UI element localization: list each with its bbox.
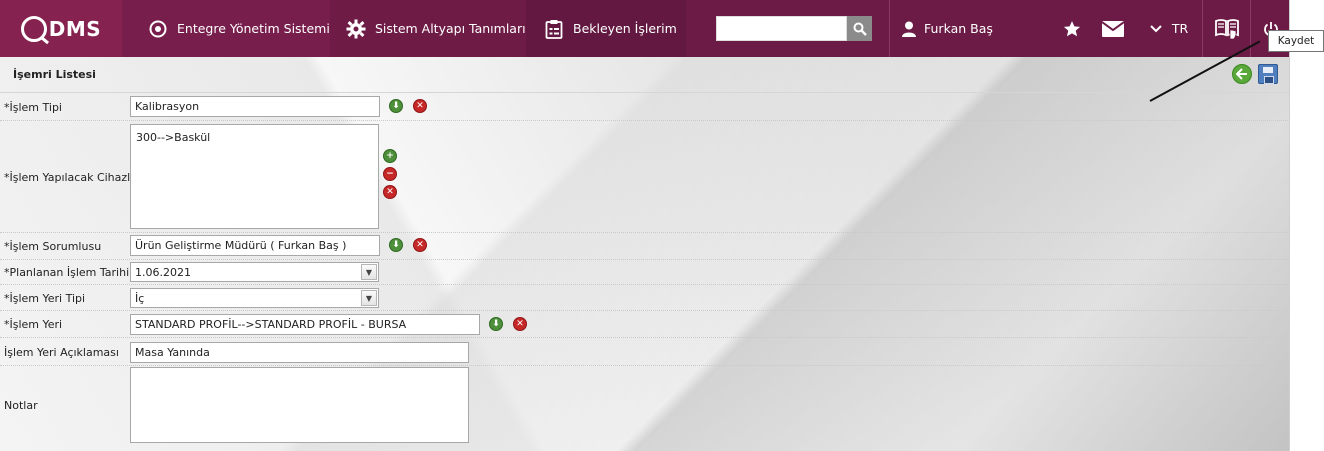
field-label: *İşlem Tipi — [4, 101, 62, 114]
remove-icon[interactable]: − — [383, 167, 397, 181]
islem-tipi-input[interactable]: Kalibrasyon — [130, 96, 380, 117]
sorumlu-input[interactable]: Ürün Geliştirme Müdürü ( Furkan Baş ) — [130, 235, 380, 256]
clear-icon[interactable]: ✕ — [513, 317, 527, 331]
form-row-cihazlar: *İşlem Yapılacak Cihazlar 300-->Baskül +… — [0, 121, 1289, 233]
select-down-icon[interactable]: ⬇ — [389, 238, 403, 252]
mail-icon — [1102, 20, 1124, 37]
nav-sistem-altyapi[interactable]: Sistem Altyapı Tanımları — [330, 0, 526, 57]
divider — [1202, 0, 1203, 57]
logo-q-icon — [20, 15, 47, 42]
divider — [1250, 0, 1251, 57]
gear-icon — [346, 19, 366, 39]
user-menu[interactable]: Furkan Baş — [902, 0, 993, 57]
book-icon — [1215, 18, 1239, 39]
form-row-yer-aciklama: İşlem Yeri Açıklaması Masa Yanında — [0, 338, 1289, 366]
yer-tipi-select[interactable]: İç ▼ — [130, 288, 379, 308]
nav-item-label: Bekleyen İşlerim — [573, 21, 677, 36]
search-input[interactable] — [716, 16, 848, 41]
form-row-yer-tipi: *İşlem Yeri Tipi İç ▼ — [0, 285, 1289, 311]
form-row-tarih: *Planlanan İşlem Tarihi 1.06.2021 ▼ — [0, 260, 1289, 285]
chevron-down-icon[interactable]: ▼ — [361, 264, 377, 280]
target-icon — [148, 19, 168, 39]
star-icon — [1063, 20, 1081, 36]
save-button[interactable] — [1258, 64, 1278, 84]
field-label: *Planlanan İşlem Tarihi — [4, 266, 130, 279]
cihazlar-listbox[interactable]: 300-->Baskül — [130, 124, 379, 229]
back-button[interactable] — [1232, 64, 1252, 84]
tarih-select[interactable]: 1.06.2021 ▼ — [130, 262, 379, 282]
work-order-form: İşemri Listesi *İşlem Tipi Kalibrasyon ⬇… — [0, 57, 1289, 451]
cihaz-list-item[interactable]: 300-->Baskül — [136, 131, 373, 144]
logo-text: DMS — [48, 16, 102, 41]
user-name: Furkan Baş — [924, 21, 993, 36]
search-area — [716, 16, 872, 41]
form-row-notlar: Notlar — [0, 366, 1289, 446]
field-label: İşlem Yeri Açıklaması — [4, 346, 119, 359]
field-label: *İşlem Sorumlusu — [4, 240, 102, 253]
yer-input[interactable]: STANDARD PROFİL-->STANDARD PROFİL - BURS… — [130, 314, 480, 335]
nav-item-label: Entegre Yönetim Sistemi — [177, 21, 330, 36]
nav-entegre-yonetim[interactable]: Entegre Yönetim Sistemi — [122, 0, 330, 57]
select-down-icon[interactable]: ⬇ — [389, 99, 403, 113]
nav-bekleyen-islerim[interactable]: Bekleyen İşlerim — [526, 0, 686, 57]
divider — [889, 0, 890, 57]
app-logo[interactable]: DMS — [0, 0, 122, 57]
language-selector[interactable]: TR — [1144, 0, 1194, 57]
search-button[interactable] — [847, 16, 872, 41]
page-title: İşemri Listesi — [13, 68, 96, 81]
top-nav-bar: DMS Entegre Yönetim Sistemi Sistem Altya… — [0, 0, 1289, 57]
save-tooltip: Kaydet — [1268, 30, 1324, 52]
notlar-textarea[interactable] — [130, 367, 469, 443]
content-area: İşemri Listesi *İşlem Tipi Kalibrasyon ⬇… — [0, 57, 1289, 451]
arrow-left-icon — [1236, 68, 1247, 80]
form-row-yer: *İşlem Yeri STANDARD PROFİL-->STANDARD P… — [0, 311, 1289, 338]
chevron-down-icon — [1150, 24, 1162, 32]
user-icon — [902, 21, 916, 37]
yer-tipi-value: İç — [135, 292, 145, 305]
clear-icon[interactable]: ✕ — [383, 185, 397, 199]
field-label: *İşlem Yeri — [4, 318, 63, 331]
help-book-button[interactable] — [1212, 0, 1242, 57]
favorites-button[interactable] — [1060, 0, 1084, 57]
tarih-value: 1.06.2021 — [135, 266, 191, 279]
form-row-sorumlu: *İşlem Sorumlusu Ürün Geliştirme Müdürü … — [0, 233, 1289, 260]
select-down-icon[interactable]: ⬇ — [489, 317, 503, 331]
search-icon — [853, 22, 867, 36]
clipboard-icon — [544, 19, 564, 39]
chevron-down-icon[interactable]: ▼ — [361, 290, 377, 306]
language-code: TR — [1171, 21, 1189, 36]
field-label: Notlar — [4, 399, 38, 412]
messages-button[interactable] — [1100, 0, 1126, 57]
field-label: *İşlem Yeri Tipi — [4, 292, 86, 305]
field-label: *İşlem Yapılacak Cihazlar — [4, 171, 142, 184]
add-icon[interactable]: + — [383, 149, 397, 163]
nav-item-label: Sistem Altyapı Tanımları — [375, 21, 526, 36]
clear-icon[interactable]: ✕ — [413, 238, 427, 252]
form-row-islem-tipi: *İşlem Tipi Kalibrasyon ⬇ ✕ — [0, 93, 1289, 121]
page-header: İşemri Listesi — [0, 57, 1289, 93]
clear-icon[interactable]: ✕ — [413, 99, 427, 113]
yer-aciklama-input[interactable]: Masa Yanında — [130, 342, 469, 363]
